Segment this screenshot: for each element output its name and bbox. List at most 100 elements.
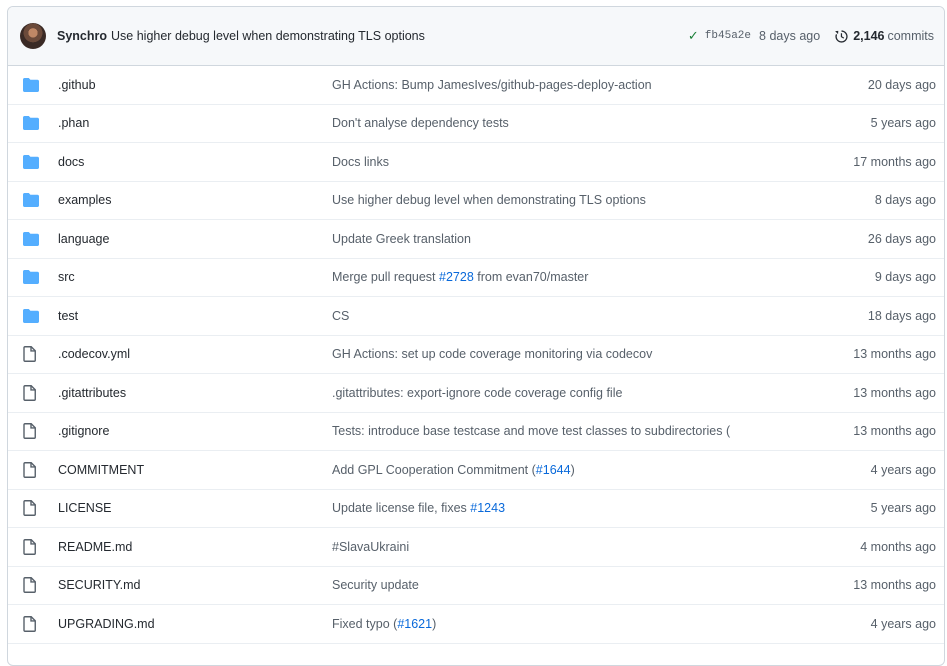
commit-message-text[interactable]: Update license file, fixes bbox=[332, 501, 470, 515]
file-name-link[interactable]: examples bbox=[58, 193, 332, 207]
commit-age[interactable]: 5 years ago bbox=[871, 501, 944, 515]
file-name-link[interactable]: .gitattributes bbox=[58, 386, 332, 400]
file-row: language Update Greek translation 26 days … bbox=[8, 220, 944, 259]
file-icon bbox=[8, 615, 58, 632]
file-name-link[interactable]: .github bbox=[58, 78, 332, 92]
folder-icon bbox=[8, 116, 58, 131]
commit-meta: ✓ fb45a2e 8 days ago 2,146 commits bbox=[688, 28, 934, 44]
commit-message-link[interactable]: .gitattributes: export-ignore code cover… bbox=[332, 386, 802, 400]
file-row: test CS 18 days ago bbox=[8, 297, 944, 336]
commit-age[interactable]: 20 days ago bbox=[868, 78, 944, 92]
commit-age[interactable]: 5 years ago bbox=[871, 116, 944, 130]
commit-age[interactable]: 13 months ago bbox=[853, 424, 944, 438]
history-icon[interactable] bbox=[834, 29, 853, 44]
commit-message-link[interactable]: Use higher debug level when demonstratin… bbox=[111, 29, 425, 43]
commit-message-text[interactable]: Merge pull request bbox=[332, 270, 439, 284]
commit-age[interactable]: 13 months ago bbox=[853, 386, 944, 400]
commit-message-text[interactable]: GH Actions: set up code coverage monitor… bbox=[332, 347, 652, 361]
file-row: UPGRADING.md Fixed typo (#1621) 4 years ag… bbox=[8, 605, 944, 644]
commit-age[interactable]: 4 years ago bbox=[871, 463, 944, 477]
commit-message-text[interactable]: Tests: introduce base testcase and move … bbox=[332, 424, 730, 438]
file-name-link[interactable]: SECURITY.md bbox=[58, 578, 332, 592]
commit-age[interactable]: 13 months ago bbox=[853, 347, 944, 361]
issue-link[interactable]: #1621 bbox=[397, 617, 432, 631]
file-list: .github GH Actions: Bump JamesIves/github… bbox=[8, 66, 944, 644]
commit-message-link[interactable]: Don't analyse dependency tests bbox=[332, 116, 802, 130]
file-icon bbox=[8, 461, 58, 478]
folder-icon bbox=[8, 308, 58, 323]
commit-message-suffix[interactable]: from evan70/master bbox=[474, 270, 588, 284]
folder-icon bbox=[8, 154, 58, 169]
commits-label[interactable]: commits bbox=[887, 29, 934, 43]
issue-link[interactable]: #1644 bbox=[536, 463, 571, 477]
file-name-link[interactable]: LICENSE bbox=[58, 501, 332, 515]
file-icon bbox=[8, 500, 58, 517]
file-name-link[interactable]: src bbox=[58, 270, 332, 284]
commit-message-text[interactable]: Security update bbox=[332, 578, 419, 592]
file-name-link[interactable]: docs bbox=[58, 155, 332, 169]
commit-message-suffix[interactable]: ) bbox=[571, 463, 575, 477]
commit-message-link[interactable]: Docs links bbox=[332, 155, 802, 169]
file-icon bbox=[8, 577, 58, 594]
check-icon[interactable]: ✓ bbox=[688, 28, 699, 44]
latest-commit-bar: Synchro Use higher debug level when demo… bbox=[8, 7, 944, 66]
commit-message-link[interactable]: Merge pull request #2728 from evan70/mas… bbox=[332, 270, 802, 284]
commit-message-text[interactable]: GH Actions: Bump JamesIves/github-pages-… bbox=[332, 78, 652, 92]
issue-link[interactable]: #2728 bbox=[439, 270, 474, 284]
commit-age[interactable]: 9 days ago bbox=[875, 270, 944, 284]
commit-message-text[interactable]: Fixed typo ( bbox=[332, 617, 397, 631]
commit-age[interactable]: 18 days ago bbox=[868, 309, 944, 323]
file-icon bbox=[8, 423, 58, 440]
file-icon bbox=[8, 384, 58, 401]
issue-link[interactable]: #1243 bbox=[470, 501, 505, 515]
file-icon bbox=[8, 538, 58, 555]
file-name-link[interactable]: .codecov.yml bbox=[58, 347, 332, 361]
commit-message-text[interactable]: Add GPL Cooperation Commitment ( bbox=[332, 463, 536, 477]
commit-message-link[interactable]: Tests: introduce base testcase and move … bbox=[332, 424, 802, 438]
commit-message-text[interactable]: Use higher debug level when demonstratin… bbox=[332, 193, 646, 207]
commit-message-text[interactable]: .gitattributes: export-ignore code cover… bbox=[332, 386, 622, 400]
commit-message-text[interactable]: CS bbox=[332, 309, 349, 323]
commit-message-link[interactable]: #SlavaUkraini bbox=[332, 540, 802, 554]
commit-message-text[interactable]: Don't analyse dependency tests bbox=[332, 116, 509, 130]
commit-author-link[interactable]: Synchro bbox=[57, 29, 107, 43]
file-row: README.md #SlavaUkraini 4 months ago bbox=[8, 528, 944, 567]
commit-message-text[interactable]: Docs links bbox=[332, 155, 389, 169]
file-name-link[interactable]: README.md bbox=[58, 540, 332, 554]
commit-age[interactable]: 4 months ago bbox=[860, 540, 944, 554]
commit-message-link[interactable]: CS bbox=[332, 309, 802, 323]
folder-icon bbox=[8, 270, 58, 285]
commits-count[interactable]: 2,146 bbox=[853, 29, 884, 43]
file-row: src Merge pull request #2728 from evan70/… bbox=[8, 259, 944, 297]
commit-age[interactable]: 4 years ago bbox=[871, 617, 944, 631]
file-row: SECURITY.md Security update 13 months ago bbox=[8, 567, 944, 605]
commit-age[interactable]: 17 months ago bbox=[853, 155, 944, 169]
folder-icon bbox=[8, 193, 58, 208]
commit-message-link[interactable]: GH Actions: set up code coverage monitor… bbox=[332, 347, 802, 361]
commit-message-link[interactable]: GH Actions: Bump JamesIves/github-pages-… bbox=[332, 78, 802, 92]
avatar[interactable] bbox=[20, 23, 46, 49]
commit-message-suffix[interactable]: ) bbox=[432, 617, 436, 631]
file-name-link[interactable]: UPGRADING.md bbox=[58, 617, 332, 631]
commit-message-link[interactable]: Add GPL Cooperation Commitment (#1644) bbox=[332, 463, 802, 477]
commit-age[interactable]: 26 days ago bbox=[868, 232, 944, 246]
commit-sha-link[interactable]: fb45a2e bbox=[705, 30, 751, 42]
file-name-link[interactable]: COMMITMENT bbox=[58, 463, 332, 477]
file-name-link[interactable]: .phan bbox=[58, 116, 332, 130]
file-row: .gitignore Tests: introduce base testcase… bbox=[8, 413, 944, 451]
file-row: examples Use higher debug level when demo… bbox=[8, 182, 944, 220]
file-row: docs Docs links 17 months ago bbox=[8, 143, 944, 182]
folder-icon bbox=[8, 77, 58, 92]
file-name-link[interactable]: .gitignore bbox=[58, 424, 332, 438]
commit-message-text[interactable]: Update Greek translation bbox=[332, 232, 471, 246]
commit-message-link[interactable]: Update Greek translation bbox=[332, 232, 802, 246]
file-name-link[interactable]: language bbox=[58, 232, 332, 246]
commit-age[interactable]: 8 days ago bbox=[875, 193, 944, 207]
commit-message-link[interactable]: Security update bbox=[332, 578, 802, 592]
commit-message-text[interactable]: #SlavaUkraini bbox=[332, 540, 409, 554]
file-name-link[interactable]: test bbox=[58, 309, 332, 323]
commit-age[interactable]: 13 months ago bbox=[853, 578, 944, 592]
commit-message-link[interactable]: Fixed typo (#1621) bbox=[332, 617, 802, 631]
commit-message-link[interactable]: Update license file, fixes #1243 bbox=[332, 501, 802, 515]
commit-message-link[interactable]: Use higher debug level when demonstratin… bbox=[332, 193, 802, 207]
